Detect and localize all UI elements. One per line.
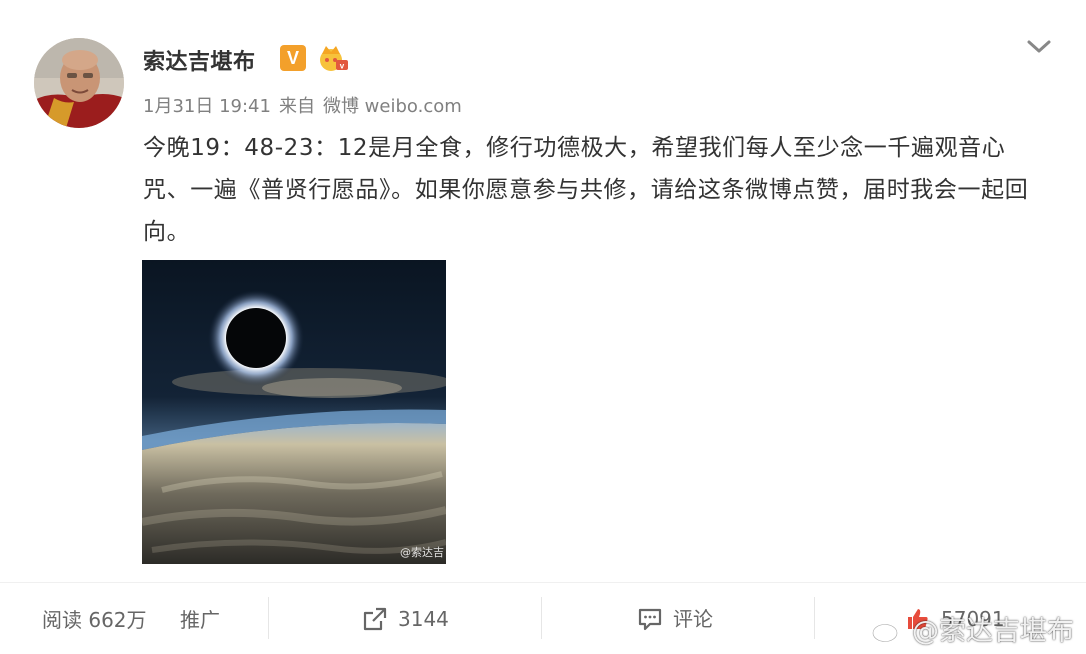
comment-button[interactable]: 评论 (637, 599, 713, 639)
crown-badge-icon[interactable]: v (316, 42, 350, 74)
image-watermark: @索达吉 (400, 546, 444, 559)
verified-v-icon: V (280, 45, 306, 71)
weibo-post-card: 索达吉堪布 V v 1月31日 19:41 来自 微博 weibo.com 今晚19… (0, 0, 1086, 654)
post-meta: 1月31日 19:41 来自 微博 weibo.com (143, 92, 470, 118)
post-text: 今晚19：48-23：12是月全食，修行功德极大，希望我们每人至少念一千遍观音心… (143, 135, 1029, 245)
author-name[interactable]: 索达吉堪布 (143, 44, 256, 76)
divider (268, 597, 269, 639)
repost-button[interactable]: 3144 (362, 599, 449, 639)
source-prefix: 来自 (278, 96, 315, 117)
divider (541, 597, 542, 639)
post-footer: 阅读 662万 推广 3144 评论 57091 @索达吉堪布 (0, 582, 1086, 654)
repost-count: 3144 (398, 607, 449, 631)
chevron-down-icon[interactable] (1026, 36, 1052, 56)
comment-icon (638, 608, 662, 631)
svg-text:v: v (340, 62, 345, 71)
repost-icon (363, 607, 387, 631)
post-date[interactable]: 1月31日 19:41 (143, 96, 271, 117)
read-count: 阅读 662万 (42, 608, 147, 632)
comment-label: 评论 (673, 607, 713, 631)
post-image[interactable]: @索达吉 (142, 260, 446, 564)
avatar[interactable] (34, 38, 124, 128)
divider (814, 597, 815, 639)
post-source[interactable]: 微博 weibo.com (323, 96, 462, 117)
weibo-logo-icon (871, 618, 903, 643)
promote-button[interactable]: 推广 (180, 604, 220, 633)
watermark-text: @索达吉堪布 (912, 616, 1074, 647)
weibo-watermark: @索达吉堪布 (870, 609, 1074, 648)
